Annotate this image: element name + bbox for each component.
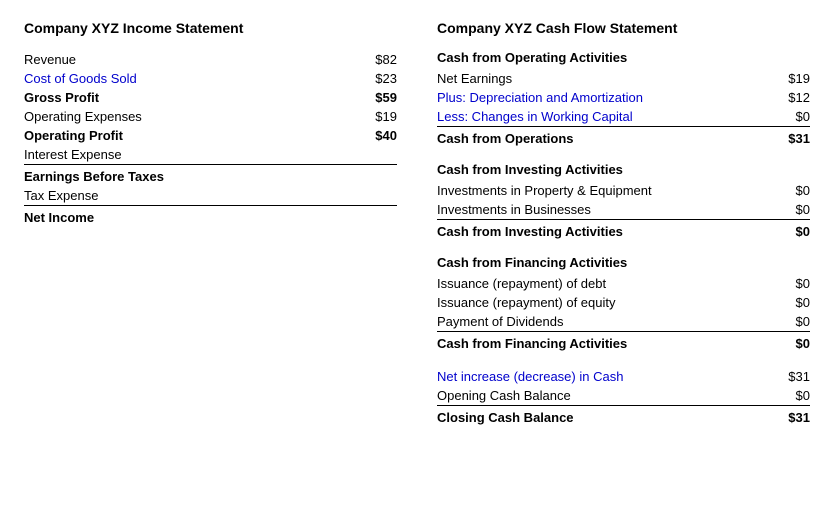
income-row: Net Income: [24, 208, 397, 227]
cashflow-section: Net increase (decrease) in Cash$31Openin…: [437, 367, 810, 427]
cashflow-row: Net Earnings$19: [437, 69, 810, 88]
cashflow-row-label: Cash from Operations: [437, 131, 770, 146]
income-row: Tax Expense: [24, 186, 397, 206]
income-row-label: Tax Expense: [24, 188, 357, 203]
cashflow-row-label: Issuance (repayment) of equity: [437, 295, 770, 310]
income-statement-panel: Company XYZ Income Statement Revenue$82C…: [24, 20, 417, 427]
income-row: Revenue$82: [24, 50, 397, 69]
cashflow-row-label: Less: Changes in Working Capital: [437, 109, 770, 124]
income-row-label: Cost of Goods Sold: [24, 71, 357, 86]
income-row-label: Operating Expenses: [24, 109, 357, 124]
cashflow-row-value: $31: [770, 410, 810, 425]
cashflow-row: Investments in Property & Equipment$0: [437, 181, 810, 200]
cashflow-section-header: Cash from Financing Activities: [437, 255, 810, 270]
income-row-label: Interest Expense: [24, 147, 357, 162]
income-row-value: $40: [357, 128, 397, 143]
income-row-label: Gross Profit: [24, 90, 357, 105]
income-row-label: Operating Profit: [24, 128, 357, 143]
cashflow-row-label: Issuance (repayment) of debt: [437, 276, 770, 291]
cashflow-row: Issuance (repayment) of debt$0: [437, 274, 810, 293]
cashflow-section-header: Cash from Investing Activities: [437, 162, 810, 177]
income-row: Operating Profit$40: [24, 126, 397, 145]
cashflow-row-value: $0: [770, 224, 810, 239]
income-statement-rows: Revenue$82Cost of Goods Sold$23Gross Pro…: [24, 50, 397, 227]
cashflow-row: Investments in Businesses$0: [437, 200, 810, 220]
cashflow-row-value: $0: [770, 314, 810, 329]
cashflow-row: Cash from Investing Activities$0: [437, 222, 810, 241]
cashflow-row: Net increase (decrease) in Cash$31: [437, 367, 810, 386]
cashflow-row: Cash from Operations$31: [437, 129, 810, 148]
cashflow-row: Less: Changes in Working Capital$0: [437, 107, 810, 127]
cashflow-row-value: $19: [770, 71, 810, 86]
cashflow-row-value: $0: [770, 202, 810, 217]
income-row: Gross Profit$59: [24, 88, 397, 107]
income-row: Earnings Before Taxes: [24, 167, 397, 186]
income-statement-title: Company XYZ Income Statement: [24, 20, 397, 36]
income-row: Cost of Goods Sold$23: [24, 69, 397, 88]
cashflow-row: Closing Cash Balance$31: [437, 408, 810, 427]
cashflow-row-label: Cash from Financing Activities: [437, 336, 770, 351]
cashflow-section: Cash from Financing Activities Issuance (…: [437, 255, 810, 353]
income-row: Interest Expense: [24, 145, 397, 165]
income-row-label: Earnings Before Taxes: [24, 169, 357, 184]
cashflow-row-label: Plus: Depreciation and Amortization: [437, 90, 770, 105]
income-row-value: $19: [357, 109, 397, 124]
cashflow-row-value: $0: [770, 388, 810, 403]
cashflow-section: Cash from Investing Activities Investment…: [437, 162, 810, 241]
cashflow-row-label: Investments in Property & Equipment: [437, 183, 770, 198]
cashflow-row: Cash from Financing Activities$0: [437, 334, 810, 353]
income-row-value: $59: [357, 90, 397, 105]
income-row-label: Net Income: [24, 210, 357, 225]
cashflow-row-value: $0: [770, 183, 810, 198]
cashflow-row-value: $0: [770, 336, 810, 351]
cashflow-sections: Cash from Operating Activities Net Earnin…: [437, 50, 810, 427]
cashflow-statement-panel: Company XYZ Cash Flow Statement Cash fro…: [417, 20, 810, 427]
cashflow-row-label: Opening Cash Balance: [437, 388, 770, 403]
cashflow-row: Issuance (repayment) of equity$0: [437, 293, 810, 312]
cashflow-row-label: Net increase (decrease) in Cash: [437, 369, 770, 384]
income-row-value: $82: [357, 52, 397, 67]
cashflow-row-label: Investments in Businesses: [437, 202, 770, 217]
cashflow-row-label: Closing Cash Balance: [437, 410, 770, 425]
cashflow-row-label: Net Earnings: [437, 71, 770, 86]
cashflow-section-header: Cash from Operating Activities: [437, 50, 810, 65]
income-row-label: Revenue: [24, 52, 357, 67]
cashflow-statement-title: Company XYZ Cash Flow Statement: [437, 20, 810, 36]
cashflow-row-value: $12: [770, 90, 810, 105]
cashflow-row-value: $31: [770, 131, 810, 146]
cashflow-row-label: Cash from Investing Activities: [437, 224, 770, 239]
cashflow-row-value: $0: [770, 276, 810, 291]
cashflow-row-label: Payment of Dividends: [437, 314, 770, 329]
cashflow-row: Plus: Depreciation and Amortization$12: [437, 88, 810, 107]
cashflow-row: Payment of Dividends$0: [437, 312, 810, 332]
cashflow-row-value: $0: [770, 295, 810, 310]
cashflow-row-value: $31: [770, 369, 810, 384]
cashflow-section: Cash from Operating Activities Net Earnin…: [437, 50, 810, 148]
income-row-value: $23: [357, 71, 397, 86]
cashflow-row-value: $0: [770, 109, 810, 124]
cashflow-row: Opening Cash Balance$0: [437, 386, 810, 406]
income-row: Operating Expenses$19: [24, 107, 397, 126]
